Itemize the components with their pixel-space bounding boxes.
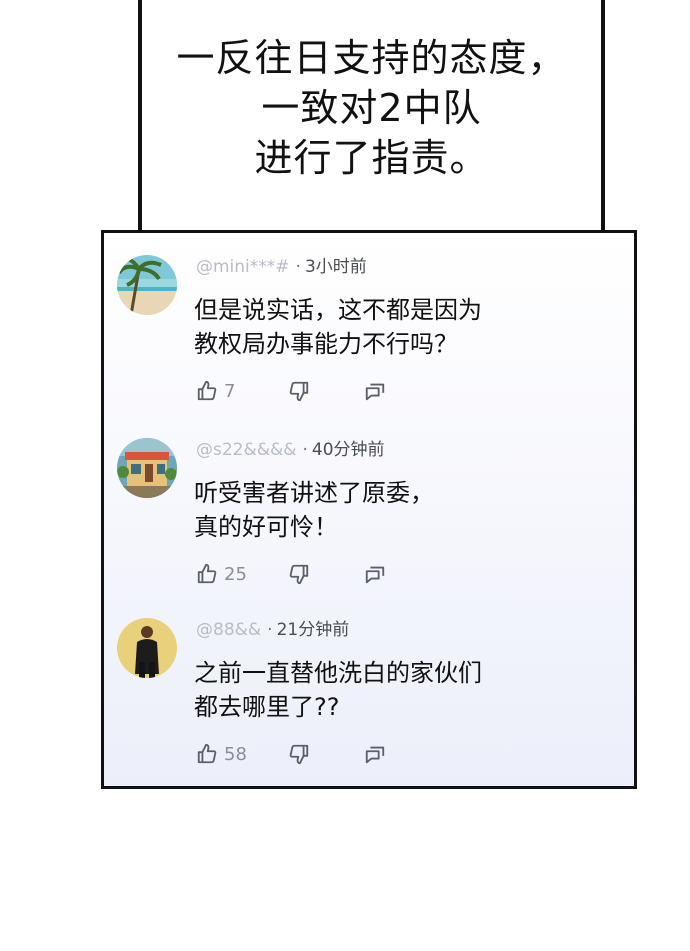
caption-box: 一反往日支持的态度， 一致对2中队 进行了指责。	[138, 0, 605, 236]
comment-item: @mini***# · 3小时前 但是说实话，这不都是因为 教权局办事能力不行吗？ …	[104, 233, 634, 413]
reply-icon	[365, 746, 385, 764]
comment-line: 但是说实话，这不都是因为	[194, 296, 482, 324]
comment-line: 教权局办事能力不行吗？	[194, 330, 458, 358]
separator: ·	[302, 440, 308, 460]
caption-line: 一致对2中队	[261, 86, 482, 130]
reply-button[interactable]	[364, 379, 386, 403]
dislike-button[interactable]	[288, 379, 310, 403]
comment-meta: @88&& · 21分钟前	[196, 615, 349, 640]
comment-meta: @s22&&&& · 40分钟前	[196, 435, 385, 460]
reply-button[interactable]	[364, 562, 386, 586]
comment-item: @s22&&&& · 40分钟前 听受害者讲述了原委， 真的好可怜！ 25	[104, 416, 634, 596]
thumbs-down-icon	[289, 564, 309, 585]
caption-line: 一反往日支持的态度，	[176, 36, 567, 80]
username[interactable]: @s22&&&&	[196, 440, 297, 460]
timestamp: 40分钟前	[311, 440, 385, 460]
separator: ·	[267, 620, 273, 640]
separator: ·	[295, 257, 301, 277]
like-button[interactable]: 25	[196, 562, 247, 586]
comment-meta: @mini***# · 3小时前	[196, 252, 367, 277]
comment-line: 听受害者讲述了原委，	[194, 479, 434, 507]
comment-line: 真的好可怜！	[194, 513, 338, 541]
comments-panel: @mini***# · 3小时前 但是说实话，这不都是因为 教权局办事能力不行吗？ …	[101, 230, 637, 789]
dislike-button[interactable]	[288, 742, 310, 766]
like-count: 58	[224, 743, 247, 765]
reply-icon	[365, 566, 385, 584]
timestamp: 21分钟前	[276, 620, 350, 640]
like-count: 7	[224, 380, 236, 402]
person-avatar[interactable]	[117, 618, 177, 678]
like-button[interactable]: 58	[196, 742, 247, 766]
comment-line: 之前一直替他洗白的家伙们	[194, 659, 482, 687]
comment-item: @88&& · 21分钟前 之前一直替他洗白的家伙们 都去哪里了?? 58	[104, 596, 634, 776]
beach-avatar[interactable]	[117, 255, 177, 315]
thumbs-up-icon	[197, 743, 217, 764]
comment-text: 之前一直替他洗白的家伙们 都去哪里了??	[194, 656, 482, 724]
username[interactable]: @88&&	[196, 620, 261, 640]
thumbs-down-icon	[289, 381, 309, 402]
caption-line: 进行了指责。	[254, 136, 489, 180]
comment-text: 听受害者讲述了原委， 真的好可怜！	[194, 476, 434, 544]
comment-line: 都去哪里了??	[194, 693, 340, 721]
like-button[interactable]: 7	[196, 379, 235, 403]
thumbs-down-icon	[289, 744, 309, 765]
thumbs-up-icon	[197, 563, 217, 584]
storefront-avatar[interactable]	[117, 438, 177, 498]
thumbs-up-icon	[197, 380, 217, 401]
timestamp: 3小时前	[304, 257, 367, 277]
like-count: 25	[224, 563, 247, 585]
reply-button[interactable]	[364, 742, 386, 766]
reply-icon	[365, 383, 385, 401]
comment-text: 但是说实话，这不都是因为 教权局办事能力不行吗？	[194, 293, 482, 361]
dislike-button[interactable]	[288, 562, 310, 586]
username[interactable]: @mini***#	[196, 257, 290, 277]
